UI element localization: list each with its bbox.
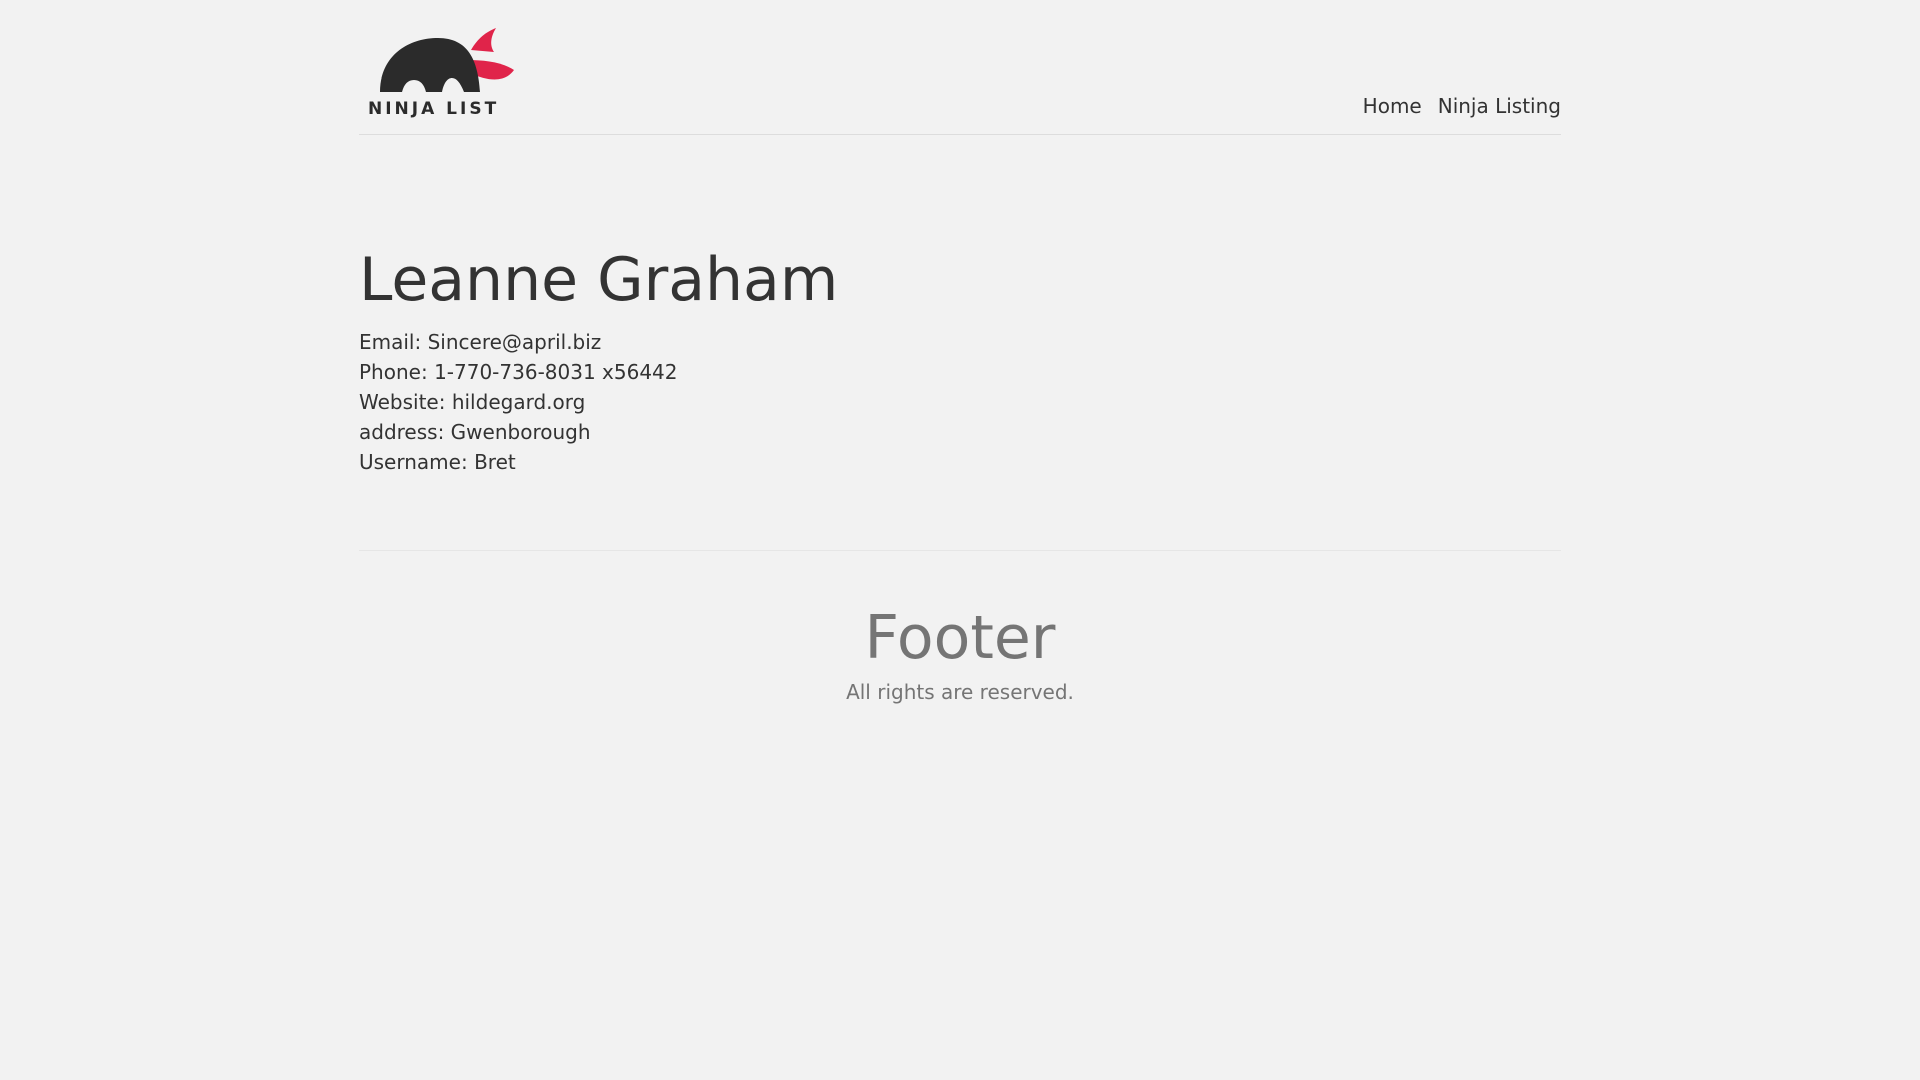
username-row: Username: Bret [359, 447, 1561, 477]
website-value: hildegard.org [451, 390, 586, 414]
address-value: Gwenborough [450, 420, 591, 444]
logo-text: NINJA LIST [368, 99, 499, 118]
phone-value: 1-770-736-8031 x56442 [434, 360, 678, 384]
address-label: address: [359, 420, 445, 444]
footer-divider [359, 550, 1561, 551]
ninja-logo-icon[interactable]: NINJA LIST [368, 26, 518, 118]
page-title: Leanne Graham [359, 245, 839, 315]
site-footer: Footer All rights are reserved. [359, 559, 1561, 705]
footer-title: Footer [864, 603, 1056, 673]
phone-row: Phone: 1-770-736-8031 x56442 [359, 357, 1561, 387]
address-row: address: Gwenborough [359, 417, 1561, 447]
profile-section: Leanne Graham Email: Sincere@april.biz P… [359, 135, 1561, 477]
nav-ninja-listing-link[interactable]: Ninja Listing [1438, 93, 1561, 119]
main-nav: Home Ninja Listing [1363, 93, 1561, 119]
site-header: NINJA LIST Home Ninja Listing [359, 0, 1561, 135]
phone-label: Phone: [359, 360, 428, 384]
website-label: Website: [359, 390, 446, 414]
footer-note: All rights are reserved. [846, 680, 1074, 704]
profile-details: Email: Sincere@april.biz Phone: 1-770-73… [359, 327, 1561, 477]
email-row: Email: Sincere@april.biz [359, 327, 1561, 357]
email-label: Email: [359, 330, 422, 354]
website-row: Website: hildegard.org [359, 387, 1561, 417]
username-label: Username: [359, 450, 468, 474]
nav-home-link[interactable]: Home [1363, 93, 1422, 119]
page-container: NINJA LIST Home Ninja Listing Leanne Gra… [359, 0, 1561, 705]
username-value: Bret [474, 450, 516, 474]
email-value: Sincere@april.biz [427, 330, 602, 354]
